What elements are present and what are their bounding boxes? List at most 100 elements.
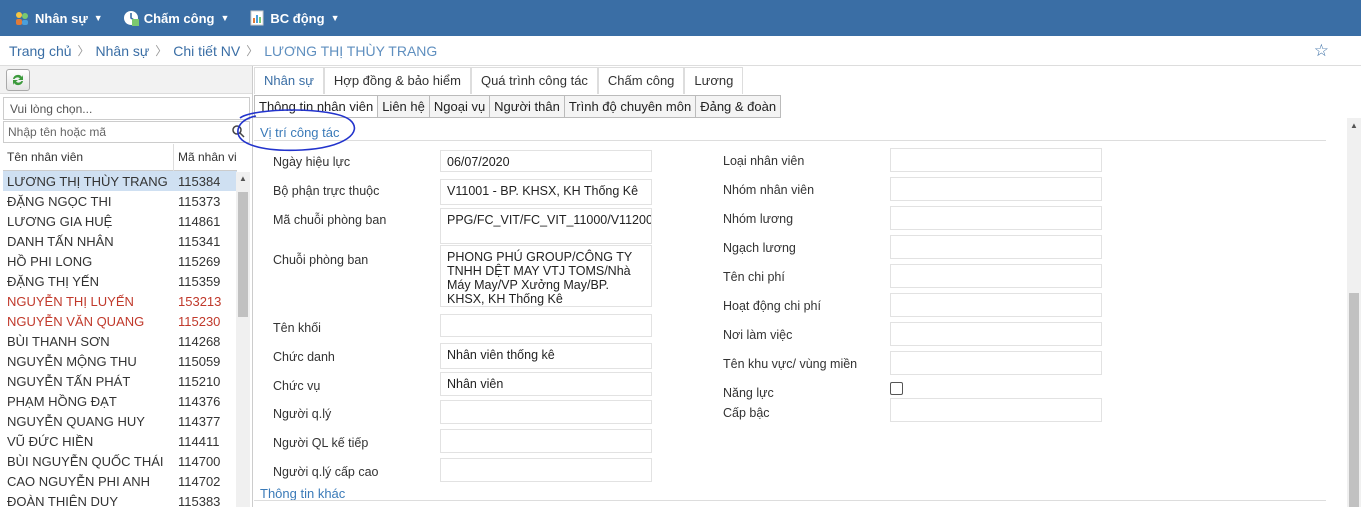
employee-row[interactable]: BÙI THANH SƠN 114268 xyxy=(3,331,237,351)
tab-sub-3[interactable]: Người thân xyxy=(489,95,565,118)
section-divider xyxy=(254,140,1326,141)
department-select[interactable]: Vui lòng chọn... xyxy=(3,97,250,120)
tab-main-1[interactable]: Hợp đồng & bảo hiểm xyxy=(323,67,471,94)
nang-luc-checkbox[interactable] xyxy=(890,382,903,395)
employee-row[interactable]: HỒ PHI LONG 115269 xyxy=(3,251,237,271)
field-input[interactable] xyxy=(890,293,1102,317)
column-header-name[interactable]: Tên nhân viên xyxy=(3,143,174,171)
table-header: Tên nhân viên Mã nhân viên xyxy=(3,143,237,171)
field-label: Người QL kế tiếp xyxy=(273,436,369,450)
people-icon xyxy=(14,10,30,26)
field-label: Mã chuỗi phòng ban xyxy=(273,213,387,227)
field-input[interactable]: Nhân viên xyxy=(440,372,652,396)
tab-main-2[interactable]: Quá trình công tác xyxy=(470,67,598,94)
tab-sub-2[interactable]: Ngoại vụ xyxy=(428,95,491,118)
breadcrumb-separator: 〉 xyxy=(246,44,259,58)
employee-name: LƯƠNG THỊ THÙY TRANG xyxy=(7,173,168,189)
tab-main-4[interactable]: Lương xyxy=(684,67,744,94)
employee-name: ĐẶNG THỊ YẾN xyxy=(7,273,99,289)
chevron-down-icon: ▼ xyxy=(93,13,103,23)
scrollbar-thumb[interactable] xyxy=(1349,293,1359,507)
employee-search-input[interactable] xyxy=(4,122,224,142)
employee-row[interactable]: VŨ ĐỨC HIỀN 114411 xyxy=(3,431,237,451)
breadcrumb-home-link[interactable]: Trang chủ xyxy=(9,43,72,59)
employee-code: 114377 xyxy=(178,413,221,429)
field-label: Ngạch lương xyxy=(723,241,796,255)
field-input[interactable] xyxy=(890,322,1102,346)
column-header-code[interactable]: Mã nhân viên xyxy=(174,150,237,164)
tab-main-0[interactable]: Nhân sự xyxy=(254,67,324,94)
field-input[interactable] xyxy=(440,458,652,482)
nav-menu-cham-cong[interactable]: Chấm công ▼ xyxy=(123,0,229,36)
field-input[interactable] xyxy=(890,148,1102,172)
section-divider xyxy=(254,500,1326,501)
field-input[interactable] xyxy=(890,235,1102,259)
employee-row[interactable]: PHẠM HỒNG ĐẠT 114376 xyxy=(3,391,237,411)
employee-row[interactable]: LƯƠNG THỊ THÙY TRANG 115384 xyxy=(3,171,237,191)
employee-name: LƯƠNG GIA HUỆ xyxy=(7,213,113,229)
field-input[interactable] xyxy=(890,206,1102,230)
scroll-up-icon[interactable]: ▲ xyxy=(1350,121,1358,130)
scrollbar-thumb[interactable] xyxy=(238,192,248,317)
employee-row[interactable]: CAO NGUYỄN PHI ANH 114702 xyxy=(3,471,237,491)
field-input[interactable] xyxy=(890,264,1102,288)
field-input[interactable] xyxy=(440,400,652,424)
tab-sub-5[interactable]: Đảng & đoàn xyxy=(695,95,782,118)
field-label: Chức danh xyxy=(273,350,335,364)
employee-row[interactable]: NGUYỄN QUANG HUY 114377 xyxy=(3,411,237,431)
nav-menu-bc-dong[interactable]: BC động ▼ xyxy=(249,0,339,36)
breadcrumb-link-chi-tiet[interactable]: Chi tiết NV xyxy=(173,43,240,59)
tab-main-3[interactable]: Chấm công xyxy=(597,67,685,94)
tab-sub-4[interactable]: Trình độ chuyên môn xyxy=(563,95,697,118)
employee-name: NGUYỄN QUANG HUY xyxy=(7,413,145,429)
employee-row[interactable]: NGUYỄN MỘNG THU 115059 xyxy=(3,351,237,371)
employee-row[interactable]: ĐOÀN THIÊN DUY 115383 xyxy=(3,491,237,511)
field-input[interactable]: PPG/FC_VIT/FC_VIT_11000/V11200/V11001 xyxy=(440,208,652,244)
employee-code: 153213 xyxy=(178,293,222,309)
field-input[interactable]: 06/07/2020 xyxy=(440,150,652,172)
employee-name: HỒ PHI LONG xyxy=(7,253,93,269)
employee-code: 115383 xyxy=(178,493,221,509)
field-input[interactable]: Nhân viên thống kê xyxy=(440,343,652,369)
field-input[interactable] xyxy=(890,177,1102,201)
employee-name: DANH TẤN NHÂN xyxy=(7,233,114,249)
star-icon[interactable]: ☆ xyxy=(1314,41,1329,61)
employee-row[interactable]: NGUYỄN VĂN QUANG 115230 xyxy=(3,311,237,331)
scroll-up-icon[interactable]: ▲ xyxy=(239,174,247,183)
report-icon xyxy=(249,10,265,26)
tab-sub-0[interactable]: Thông tin nhân viên xyxy=(254,95,379,118)
employee-list-scrollbar[interactable]: ▲ xyxy=(236,172,250,507)
top-navbar: Nhân sự ▼ Chấm công ▼ BC động ▼ xyxy=(0,0,1361,36)
employee-code: 115359 xyxy=(178,273,221,289)
section-title-vi-tri: Vị trí công tác xyxy=(260,125,340,140)
field-label: Tên khối xyxy=(273,321,321,335)
employee-row[interactable]: BÙI NGUYỄN QUỐC THÁI 114700 xyxy=(3,451,237,471)
field-label: Người q.lý xyxy=(273,407,332,421)
field-input[interactable]: PHONG PHÚ GROUP/CÔNG TY TNHH DỆT MAY VTJ… xyxy=(440,245,652,307)
tab-sub-1[interactable]: Liên hệ xyxy=(377,95,430,118)
employee-row[interactable]: DANH TẤN NHÂN 115341 xyxy=(3,231,237,251)
content-scrollbar[interactable]: ▲ xyxy=(1347,118,1361,507)
refresh-button[interactable] xyxy=(6,69,30,91)
employee-code: 115373 xyxy=(178,193,221,209)
employee-name: NGUYỄN THỊ LUYẾN xyxy=(7,293,134,309)
employee-row[interactable]: NGUYỄN TẤN PHÁT 115210 xyxy=(3,371,237,391)
employee-row[interactable]: ĐẶNG THỊ YẾN 115359 xyxy=(3,271,237,291)
panel-toolbar xyxy=(0,66,252,94)
field-input[interactable] xyxy=(440,429,652,453)
field-input[interactable] xyxy=(890,398,1102,422)
employee-row[interactable]: LƯƠNG GIA HUỆ 114861 xyxy=(3,211,237,231)
employee-row[interactable]: ĐẶNG NGỌC THI 115373 xyxy=(3,191,237,211)
employee-row[interactable]: NGUYỄN THỊ LUYẾN 153213 xyxy=(3,291,237,311)
breadcrumb-link-nhan-su[interactable]: Nhân sự xyxy=(96,43,150,59)
employee-code: 114702 xyxy=(178,473,221,489)
employee-table: Tên nhân viên Mã nhân viên LƯƠNG THỊ THÙ… xyxy=(3,143,237,511)
field-input[interactable]: V11001 - BP. KHSX, KH Thống Kê xyxy=(440,179,652,205)
field-label: Chức vụ xyxy=(273,379,321,393)
nav-menu-nhan-su[interactable]: Nhân sự ▼ xyxy=(14,0,103,36)
sub-tabs: Thông tin nhân viên Liên hệ Ngoại vụ Người … xyxy=(254,95,782,118)
main-content: Nhân sự Hợp đồng & bảo hiểm Quá trình công… xyxy=(254,66,1361,507)
search-icon[interactable] xyxy=(231,124,245,138)
field-input[interactable] xyxy=(440,314,652,337)
field-input[interactable] xyxy=(890,351,1102,375)
